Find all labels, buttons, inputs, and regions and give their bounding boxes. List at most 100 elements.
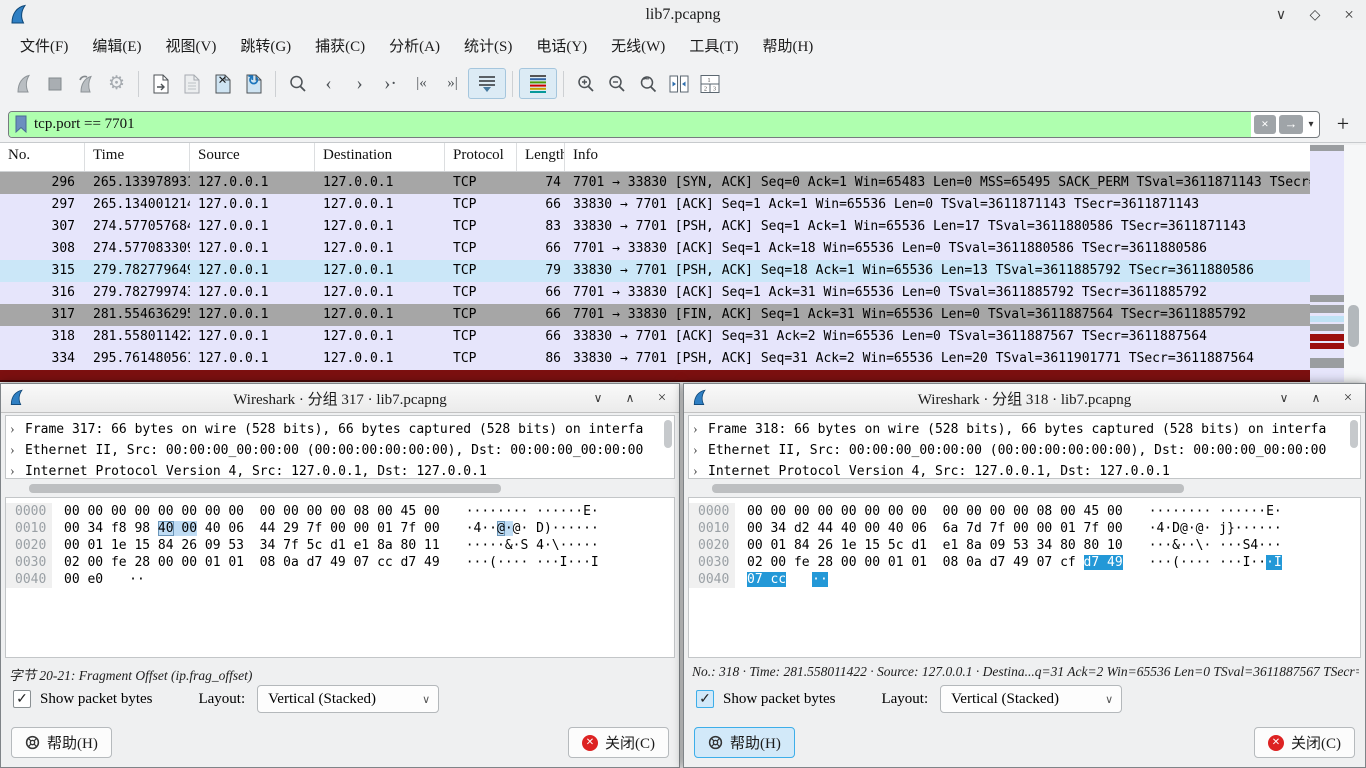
filter-add-button[interactable]: +	[1328, 111, 1358, 137]
maximize-icon[interactable]: ◇	[1306, 7, 1324, 24]
col-header-time[interactable]: Time	[85, 143, 190, 171]
packet-row-315[interactable]: 315279.782779649127.0.0.1127.0.0.1TCP793…	[0, 260, 1310, 282]
menu-go[interactable]: 跳转(G)	[228, 31, 303, 60]
menu-capture[interactable]: 捕获(C)	[303, 31, 377, 60]
packet-row-317[interactable]: 317281.554636295127.0.0.1127.0.0.1TCP667…	[0, 304, 1310, 326]
reload-arrow-glyph: ↻	[248, 73, 260, 90]
help-button[interactable]: 帮助(H)	[11, 727, 112, 758]
close-icon[interactable]: ×	[1340, 5, 1358, 25]
minimize-icon[interactable]: ∨	[589, 391, 607, 406]
menu-wireless[interactable]: 无线(W)	[599, 31, 677, 60]
save-file-icon[interactable]	[176, 68, 207, 99]
tree-hscrollbar[interactable]	[688, 482, 1361, 494]
close-file-icon[interactable]: ×	[207, 68, 238, 99]
dialog-controls: ✓ Show packet bytes Layout: Vertical (St…	[13, 684, 669, 714]
menu-analyze[interactable]: 分析(A)	[377, 31, 452, 60]
close-button[interactable]: ✕ 关闭(C)	[1254, 727, 1355, 758]
layout-select[interactable]: Vertical (Stacked)∨	[257, 685, 439, 713]
chevron-right-icon[interactable]: ›	[693, 461, 708, 479]
svg-text:1: 1	[707, 78, 710, 84]
maximize-icon[interactable]: ∧	[621, 391, 639, 406]
tree-scrollbar-thumb[interactable]	[1350, 420, 1358, 448]
reload-file-icon[interactable]: ↻	[238, 68, 269, 99]
go-forward-icon[interactable]: ›	[344, 68, 375, 99]
minimize-icon[interactable]: ∨	[1272, 7, 1290, 24]
layout-123-icon[interactable]: 123	[694, 68, 725, 99]
colorize-toggle-icon[interactable]	[519, 68, 557, 99]
hscrollbar-thumb[interactable]	[29, 484, 501, 493]
capture-start-icon[interactable]	[8, 68, 39, 99]
menu-file[interactable]: 文件(F)	[8, 31, 80, 60]
packet-bytes-pane[interactable]: 000000 00 00 00 00 00 00 00 00 00 00 00 …	[5, 497, 675, 658]
chevron-right-icon[interactable]: ›	[693, 419, 708, 440]
display-filter-field[interactable]: tcp.port == 7701 × → ▾	[8, 111, 1320, 138]
close-button[interactable]: ✕ 关闭(C)	[568, 727, 669, 758]
layout-select[interactable]: Vertical (Stacked)∨	[940, 685, 1122, 713]
toolbar-separator	[275, 71, 276, 97]
zoom-original-icon[interactable]	[632, 68, 663, 99]
tree-item-frame: ›Frame 318: 66 bytes on wire (528 bits),…	[693, 419, 1360, 440]
go-back-icon[interactable]: ‹	[313, 68, 344, 99]
tree-scrollbar-thumb[interactable]	[664, 420, 672, 448]
auto-scroll-toggle-icon[interactable]	[468, 68, 506, 99]
menu-tools[interactable]: 工具(T)	[677, 31, 750, 60]
show-packet-bytes-checkbox[interactable]: ✓	[13, 690, 31, 708]
zoom-out-icon[interactable]	[601, 68, 632, 99]
go-last-icon[interactable]: »|	[437, 68, 468, 99]
show-packet-bytes-checkbox[interactable]: ✓	[696, 690, 714, 708]
chevron-down-icon: ∨	[1105, 693, 1113, 706]
packet-list-scrollbar[interactable]	[1344, 145, 1366, 382]
chevron-right-icon[interactable]: ›	[10, 461, 25, 479]
capture-options-icon[interactable]: ⚙	[101, 68, 132, 99]
scrollbar-minimap[interactable]	[1310, 145, 1344, 382]
packet-row-308[interactable]: 308274.577083309127.0.0.1127.0.0.1TCP667…	[0, 238, 1310, 260]
go-to-packet-icon[interactable]: ›·	[375, 68, 406, 99]
help-button[interactable]: 帮助(H)	[694, 727, 795, 758]
resize-columns-icon[interactable]	[663, 68, 694, 99]
close-icon[interactable]: ×	[653, 390, 671, 407]
col-header-info[interactable]: Info	[565, 143, 1310, 171]
go-first-icon[interactable]: |«	[406, 68, 437, 99]
tree-hscrollbar[interactable]	[5, 482, 675, 494]
find-packet-icon[interactable]	[282, 68, 313, 99]
menu-edit[interactable]: 编辑(E)	[80, 31, 153, 60]
filter-clear-icon[interactable]: ×	[1254, 115, 1276, 134]
menu-help[interactable]: 帮助(H)	[750, 31, 825, 60]
bookmark-icon[interactable]	[14, 115, 28, 133]
capture-stop-icon[interactable]	[39, 68, 70, 99]
packet-bytes-pane[interactable]: 000000 00 00 00 00 00 00 00 00 00 00 00 …	[688, 497, 1361, 658]
menu-telephony[interactable]: 电话(Y)	[524, 31, 599, 60]
minimize-icon[interactable]: ∨	[1275, 391, 1293, 406]
packet-row-partial-red[interactable]	[0, 370, 1310, 382]
scrollbar-thumb[interactable]	[1348, 305, 1359, 347]
filter-expression[interactable]: tcp.port == 7701	[34, 116, 135, 133]
packet-row-296[interactable]: 296265.133978931127.0.0.1127.0.0.1TCP747…	[0, 172, 1310, 194]
chevron-right-icon[interactable]: ›	[693, 440, 708, 461]
col-header-no[interactable]: No.	[0, 143, 85, 171]
menu-statistics[interactable]: 统计(S)	[452, 31, 524, 60]
packet-row-307[interactable]: 307274.577057684127.0.0.1127.0.0.1TCP833…	[0, 216, 1310, 238]
maximize-icon[interactable]: ∧	[1307, 391, 1325, 406]
packet-detail-tree[interactable]: ›Frame 317: 66 bytes on wire (528 bits),…	[5, 415, 675, 479]
col-header-source[interactable]: Source	[190, 143, 315, 171]
packet-detail-tree[interactable]: ›Frame 318: 66 bytes on wire (528 bits),…	[688, 415, 1361, 479]
packet-row-334[interactable]: 334295.761480561127.0.0.1127.0.0.1TCP863…	[0, 348, 1310, 370]
close-icon[interactable]: ×	[1339, 390, 1357, 407]
open-file-icon[interactable]	[145, 68, 176, 99]
menu-view[interactable]: 视图(V)	[154, 31, 229, 60]
packet-row-316[interactable]: 316279.782799743127.0.0.1127.0.0.1TCP667…	[0, 282, 1310, 304]
col-header-protocol[interactable]: Protocol	[445, 143, 517, 171]
hscrollbar-thumb[interactable]	[712, 484, 1184, 493]
filter-dropdown-icon[interactable]: ▾	[1303, 119, 1319, 130]
close-x-glyph: ×	[218, 72, 227, 90]
capture-restart-icon[interactable]	[70, 68, 101, 99]
chevron-right-icon[interactable]: ›	[10, 419, 25, 440]
col-header-length[interactable]: Length	[517, 143, 565, 171]
col-header-destination[interactable]: Destination	[315, 143, 445, 171]
zoom-in-icon[interactable]	[570, 68, 601, 99]
filter-apply-icon[interactable]: →	[1279, 115, 1303, 134]
packet-row-297[interactable]: 297265.134001214127.0.0.1127.0.0.1TCP663…	[0, 194, 1310, 216]
filter-input[interactable]: tcp.port == 7701	[9, 112, 1251, 137]
packet-row-318[interactable]: 318281.558011422127.0.0.1127.0.0.1TCP663…	[0, 326, 1310, 348]
chevron-right-icon[interactable]: ›	[10, 440, 25, 461]
